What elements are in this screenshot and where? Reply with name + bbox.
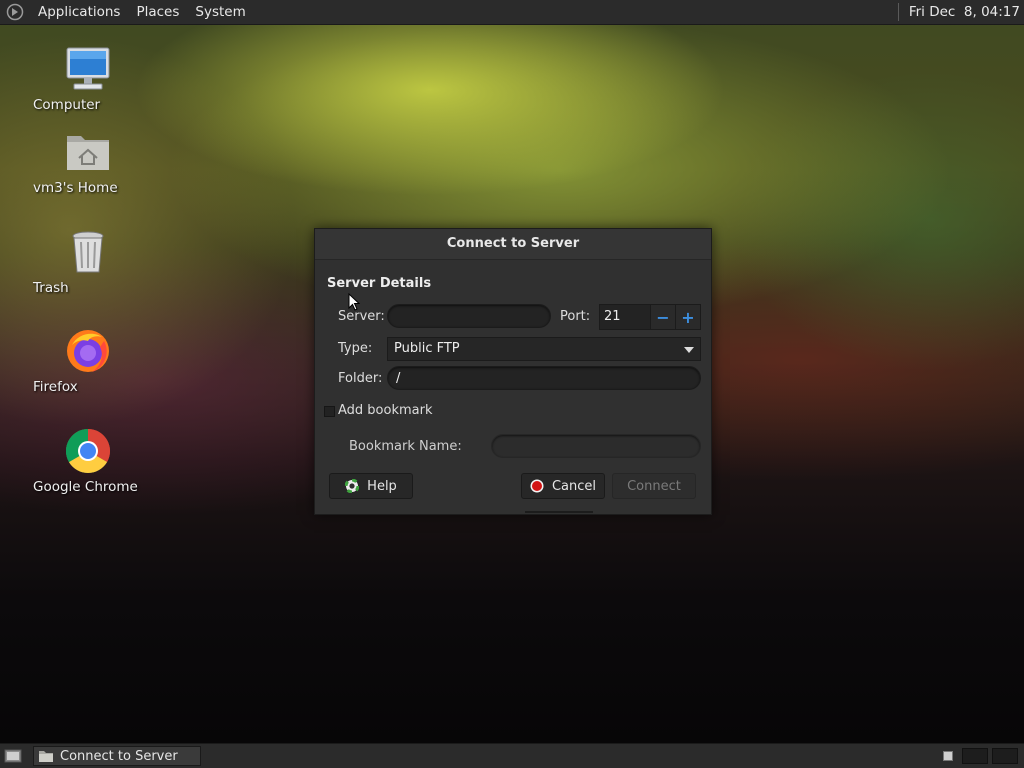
connect-button[interactable]: Connect	[612, 473, 696, 499]
firefox-icon	[64, 327, 112, 375]
menu-system[interactable]: System	[187, 0, 253, 24]
clock-area: Fri Dec 8, 04:17	[897, 0, 1024, 24]
add-bookmark-label[interactable]: Add bookmark	[338, 403, 433, 418]
top-panel: Applications Places System Fri Dec 8, 04…	[0, 0, 1024, 25]
cancel-icon	[530, 479, 544, 493]
show-desktop-icon[interactable]	[4, 748, 22, 764]
bookmark-name-label: Bookmark Name:	[349, 439, 462, 454]
desktop-icon-label: Trash	[33, 280, 69, 296]
desktop-icon-label: Computer	[33, 97, 101, 113]
help-button-label: Help	[367, 478, 397, 494]
distro-logo-icon[interactable]	[6, 3, 24, 21]
add-bookmark-checkbox[interactable]	[324, 406, 335, 417]
workspace-2[interactable]	[962, 748, 988, 764]
desktop-icon-label: vm3's Home	[33, 180, 118, 196]
menu-places[interactable]: Places	[128, 0, 187, 24]
port-value[interactable]: 21	[600, 305, 650, 329]
section-title: Server Details	[327, 276, 432, 291]
bottom-panel: Connect to Server	[0, 743, 1024, 768]
folder-icon	[39, 751, 53, 762]
port-increment-icon[interactable]: +	[675, 305, 700, 329]
desktop-icon-chrome[interactable]: Google Chrome	[33, 427, 143, 495]
workspace-indicator-icon[interactable]	[943, 751, 953, 761]
folder-input[interactable]: /	[387, 366, 701, 390]
taskbar-window-label: Connect to Server	[60, 748, 178, 764]
cancel-button-label: Cancel	[551, 478, 597, 494]
home-folder-icon	[64, 128, 112, 176]
desktop-icon-computer[interactable]: Computer	[33, 45, 143, 113]
mouse-cursor-icon	[348, 293, 360, 311]
dropdown-arrow-icon	[684, 347, 694, 353]
dialog-title[interactable]: Connect to Server	[315, 229, 711, 260]
focus-indicator	[525, 511, 593, 513]
connect-to-server-dialog: Connect to Server Server Details Server:…	[314, 228, 712, 515]
trash-icon	[64, 228, 112, 276]
taskbar-window-button[interactable]: Connect to Server	[33, 746, 201, 766]
help-button[interactable]: Help	[329, 473, 413, 499]
desktop-icon-trash[interactable]: Trash	[33, 228, 143, 296]
cancel-button[interactable]: Cancel	[521, 473, 605, 499]
type-label: Type:	[338, 341, 373, 356]
bookmark-name-input[interactable]	[491, 434, 701, 458]
workspace-3[interactable]	[992, 748, 1018, 764]
port-label: Port:	[560, 309, 591, 324]
desktop-icon-label: Google Chrome	[33, 479, 138, 495]
desktop-icon-label: Firefox	[33, 379, 78, 395]
desktop-icon-firefox[interactable]: Firefox	[33, 327, 143, 395]
type-selected-value: Public FTP	[394, 341, 460, 356]
help-icon	[345, 479, 360, 493]
computer-icon	[64, 45, 112, 93]
folder-label: Folder:	[338, 371, 383, 386]
server-label: Server:	[338, 309, 385, 324]
type-dropdown[interactable]: Public FTP	[387, 337, 701, 361]
port-decrement-icon[interactable]: −	[650, 305, 675, 329]
desktop-icon-home[interactable]: vm3's Home	[33, 128, 143, 196]
port-spinner[interactable]: 21 − +	[599, 304, 701, 330]
panel-separator	[897, 3, 899, 21]
menu-applications[interactable]: Applications	[30, 0, 128, 24]
clock[interactable]: Fri Dec 8, 04:17	[909, 4, 1020, 20]
server-input[interactable]	[387, 304, 551, 328]
chrome-icon	[64, 427, 112, 475]
